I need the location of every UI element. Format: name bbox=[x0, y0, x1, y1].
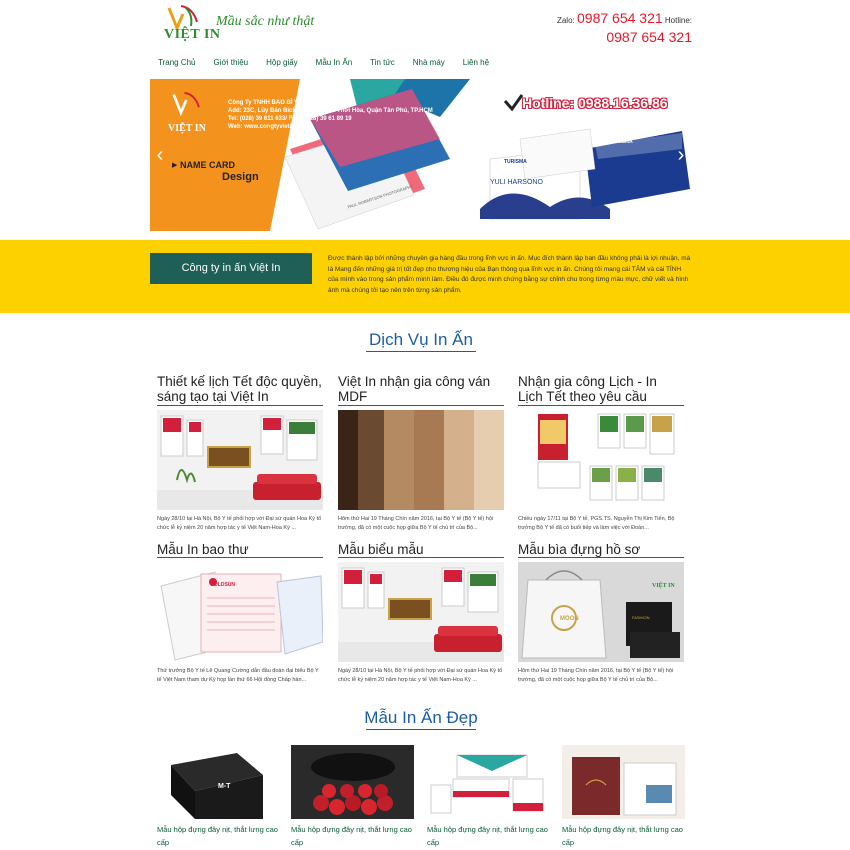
calendar-set-image[interactable] bbox=[518, 410, 684, 510]
card-brand-3: TURISMA bbox=[610, 139, 633, 145]
service-card-title[interactable]: Việt In nhận gia công ván MDF bbox=[338, 374, 504, 404]
zalo-phone[interactable]: 0987 654 321 bbox=[577, 10, 663, 26]
intro-button[interactable]: Công ty in ấn Việt In bbox=[150, 253, 312, 284]
hotline-label: Hotline: bbox=[664, 16, 692, 25]
banner-design: Design bbox=[222, 171, 259, 183]
sample-caption[interactable]: Mẫu hộp đựng đây nịt, thắt lưng cao cấp bbox=[562, 823, 688, 849]
folder-brand: MOON bbox=[560, 616, 579, 622]
banner-name-card: NAME CARD bbox=[180, 160, 235, 170]
banner-logo-icon bbox=[172, 91, 200, 117]
chevron-left-icon: ‹ bbox=[156, 144, 164, 166]
nav-item-home[interactable]: Trang Chủ bbox=[150, 57, 205, 69]
samples-title-underline bbox=[366, 729, 476, 730]
service-card-title[interactable]: Nhận gia công Lịch - In Lịch Tết theo yê… bbox=[518, 374, 684, 404]
sample-folder-image[interactable] bbox=[562, 745, 685, 819]
service-card-desc: Hôm thứ Hai 19 Tháng Chín năm 2016, tại … bbox=[518, 668, 674, 683]
sample-caption[interactable]: Mẫu hộp đựng đây nịt, thắt lưng cao cấp bbox=[291, 823, 417, 849]
contact-line: Zalo: 0987 654 321 Hotline: bbox=[520, 10, 692, 26]
sample-black-box-image[interactable] bbox=[157, 745, 280, 819]
sample-box-brand: M-T bbox=[218, 783, 231, 790]
slider-prev-button[interactable]: ‹ bbox=[152, 144, 168, 166]
sample-caption[interactable]: Mẫu hộp đựng đây nịt, thắt lưng cao cấp bbox=[157, 823, 283, 849]
card-underline bbox=[518, 405, 684, 406]
banner-tel: Tel: (028) 39 611 633/ Fax : (028) 39 61… bbox=[228, 116, 352, 122]
samples-title: Mẫu In Ấn Đẹp bbox=[364, 708, 478, 727]
folder-logo-text: VIỆT IN bbox=[652, 583, 675, 589]
service-card-desc: Ngày 28/10 tại Hà Nội, Bộ Y tế phối hợp … bbox=[338, 668, 503, 683]
nav-item-contact[interactable]: Liên hệ bbox=[454, 57, 498, 69]
service-card-title[interactable]: Thiết kế lịch Tết độc quyền, sáng tạo tạ… bbox=[157, 374, 323, 404]
main-nav: Trang Chủ Giới thiệu Hộp giấy Mẫu In Ấn … bbox=[150, 57, 498, 69]
card-underline bbox=[518, 557, 684, 558]
banner-hotline: Hotline: 0988.16.36.86 bbox=[522, 95, 668, 111]
calendar-room-image[interactable] bbox=[157, 410, 323, 510]
service-card-desc: Thứ trưởng Bộ Y tế Lê Quang Cường dẫn đầ… bbox=[157, 668, 319, 683]
brand-name: VIỆT IN bbox=[164, 27, 221, 42]
banner-company-info: Công Ty TNHH BAO BÌ VIỆT IN Add: 23C, Lũ… bbox=[228, 99, 433, 131]
envelope-brand: GOLDSUN bbox=[210, 582, 235, 588]
card-name-2: YULI HARSONO bbox=[490, 179, 543, 186]
service-card-desc: Chiều ngày 17/11 tại Bộ Y tế, PGS.TS. Ng… bbox=[518, 516, 675, 531]
hero-banner[interactable]: VIỆT IN Công Ty TNHH BAO BÌ VIỆT IN Add:… bbox=[150, 79, 692, 231]
sample-rose-box-image[interactable] bbox=[291, 745, 414, 819]
service-card-desc: Ngày 28/10 tại Hà Nội, Bộ Y tế phối hợp … bbox=[157, 516, 322, 531]
nav-item-print-samples[interactable]: Mẫu In Ấn bbox=[307, 57, 361, 69]
banner-brand: VIỆT IN bbox=[168, 123, 206, 134]
banner-company: Công Ty TNHH BAO BÌ VIỆT IN bbox=[228, 100, 316, 106]
card-underline bbox=[157, 405, 323, 406]
card-brand-2: TURISMA bbox=[504, 159, 527, 165]
service-card-title[interactable]: Mẫu bìa đựng hồ sơ bbox=[518, 542, 684, 557]
service-card-title[interactable]: Mẫu biểu mẫu bbox=[338, 542, 504, 557]
play-icon: ▶ bbox=[172, 162, 178, 169]
banner-address: Add: 23C, Lũy Bán Bích, Phường Tân Thới … bbox=[228, 108, 433, 114]
intro-text: Được thành lập bởi những chuyên gia hàng… bbox=[328, 255, 691, 294]
calendar-room-image[interactable] bbox=[338, 562, 504, 662]
services-title: Dịch Vụ In Ấn bbox=[369, 330, 473, 349]
service-card-desc: Hôm thứ Hai 19 Tháng Chín năm 2016, tại … bbox=[338, 516, 494, 531]
nav-item-factory[interactable]: Nhà máy bbox=[404, 57, 454, 69]
fashion-label: FASHION bbox=[632, 615, 650, 620]
banner-web: Web: www.congtyvietin.vn bbox=[228, 124, 304, 130]
services-title-underline bbox=[366, 351, 476, 352]
card-underline bbox=[338, 557, 504, 558]
nav-item-about[interactable]: Giới thiệu bbox=[205, 57, 258, 69]
nav-item-paper-boxes[interactable]: Hộp giấy bbox=[257, 57, 307, 69]
mdf-boards-image[interactable] bbox=[338, 410, 504, 510]
card-underline bbox=[157, 557, 323, 558]
zalo-label: Zalo: bbox=[556, 16, 575, 25]
envelope-forms-image[interactable] bbox=[157, 562, 323, 662]
chevron-right-icon: › bbox=[677, 144, 685, 166]
service-card-title[interactable]: Mẫu In bao thư bbox=[157, 542, 323, 557]
sample-caption[interactable]: Mẫu hộp đựng đây nịt, thắt lưng cao cấp bbox=[427, 823, 553, 849]
slider-next-button[interactable]: › bbox=[673, 144, 689, 166]
slogan: Mầu sắc như thật bbox=[216, 14, 315, 29]
sample-envelope-set-image[interactable] bbox=[427, 745, 550, 819]
folder-bag-image[interactable] bbox=[518, 562, 684, 662]
hotline-phone[interactable]: 0987 654 321 bbox=[560, 29, 692, 45]
nav-item-news[interactable]: Tin tức bbox=[361, 57, 404, 69]
card-underline bbox=[338, 405, 504, 406]
